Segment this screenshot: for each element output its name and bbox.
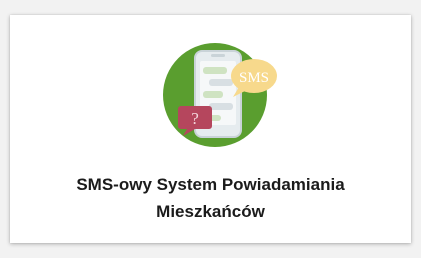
card-title: SMS-owy System Powiadamiania Mieszkańców (10, 171, 411, 225)
question-mark-label: ? (191, 109, 199, 128)
sms-bubble-icon: SMS (231, 59, 277, 97)
sms-bubble-label: SMS (239, 70, 269, 86)
service-card[interactable]: SMS ? SMS-owy System Powiadamiania Miesz… (10, 15, 411, 243)
card-title-line-2: Mieszkańców (156, 202, 265, 221)
card-title-line-1: SMS-owy System Powiadamiania (76, 175, 345, 194)
sms-phone-illustration: SMS ? (163, 43, 277, 147)
